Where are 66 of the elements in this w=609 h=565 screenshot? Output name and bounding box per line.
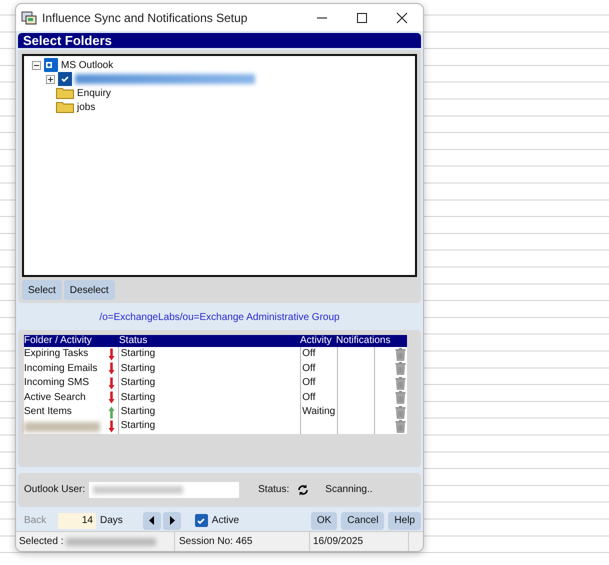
back-label: Back [24, 515, 48, 526]
table-cell-text: Off [302, 347, 316, 362]
right-triangle-icon [168, 516, 175, 526]
trash-icon[interactable] [394, 406, 406, 419]
column-header: Folder / Activity [24, 335, 93, 348]
previous-button[interactable] [142, 512, 161, 530]
table-cell-text: Starting [120, 404, 156, 419]
table-cell: Active Search [24, 390, 86, 405]
status-label: Status: [258, 484, 290, 496]
folder-icon [56, 101, 74, 114]
close-icon[interactable] [396, 12, 408, 24]
table-cell-text: Expiring Tasks [24, 347, 88, 362]
table-cell-text: Starting [120, 419, 156, 434]
table-cell-text: Off [302, 362, 316, 376]
tree-checkbox[interactable] [58, 72, 72, 86]
active-checkbox[interactable] [194, 514, 208, 528]
refresh-icon [297, 484, 310, 496]
outlook-icon [44, 58, 58, 72]
column-header: Status [119, 335, 148, 348]
trash-icon[interactable] [394, 348, 406, 362]
checkmark-icon [196, 516, 206, 526]
days-field[interactable]: 14 [58, 512, 96, 529]
dialog-button[interactable]: Help [388, 512, 421, 530]
app-icon [21, 10, 37, 25]
exchange-path: /o=ExchangeLabs/ou=Exchange Administrative Group [98, 311, 341, 326]
left-triangle-icon [148, 516, 155, 526]
column-header: Activity [300, 335, 333, 348]
table-cell-text: Incoming Emails [24, 362, 98, 376]
folder-button[interactable]: Select [22, 280, 62, 300]
up-arrow-icon [108, 406, 116, 419]
next-button[interactable] [162, 512, 181, 530]
dialog-button[interactable]: Cancel [341, 512, 384, 530]
table-cell-text: Incoming SMS [24, 376, 90, 390]
table-cell: Off [302, 390, 316, 405]
active-label: Active [212, 515, 240, 526]
dialog-button[interactable]: OK [310, 512, 338, 530]
tree-item[interactable]: jobs [77, 102, 96, 113]
days-label: Days [100, 515, 123, 526]
table-cell-text: Sent Items [24, 404, 72, 419]
table-cell-text: Off [302, 376, 316, 390]
table-cell-text: Starting [120, 347, 156, 362]
selected-label: Selected : [19, 536, 64, 548]
table-cell-text: Waiting [302, 404, 336, 419]
trash-icon[interactable] [394, 376, 406, 390]
tree-item[interactable]: Enquiry [77, 88, 111, 99]
collapse-icon[interactable] [32, 60, 41, 70]
expand-icon[interactable] [46, 74, 55, 84]
checkmark-icon [60, 74, 70, 84]
maximize-icon[interactable] [356, 12, 368, 24]
status-date: 16/09/2025 [310, 532, 409, 551]
outlook-user-label: Outlook User: [24, 484, 86, 496]
status-text: Scanning.. [325, 484, 373, 496]
session-number: Session No: 465 [175, 532, 310, 551]
trash-icon[interactable] [394, 362, 406, 376]
trash-icon[interactable] [394, 420, 406, 434]
table-cell-text: Starting [120, 362, 156, 376]
folder-icon [56, 87, 74, 100]
down-arrow-icon [108, 420, 116, 434]
section-header: Select Folders [18, 33, 421, 48]
table-cell-text: Starting [120, 376, 156, 390]
folder-button[interactable]: Deselect [64, 280, 115, 300]
table-cell: Starting [120, 390, 156, 405]
window-title: Influence Sync and Notifications Setup [42, 10, 248, 25]
trash-icon[interactable] [394, 391, 406, 404]
tree-item[interactable]: MS Outlook [61, 60, 114, 71]
column-header: Notifications [336, 335, 392, 348]
